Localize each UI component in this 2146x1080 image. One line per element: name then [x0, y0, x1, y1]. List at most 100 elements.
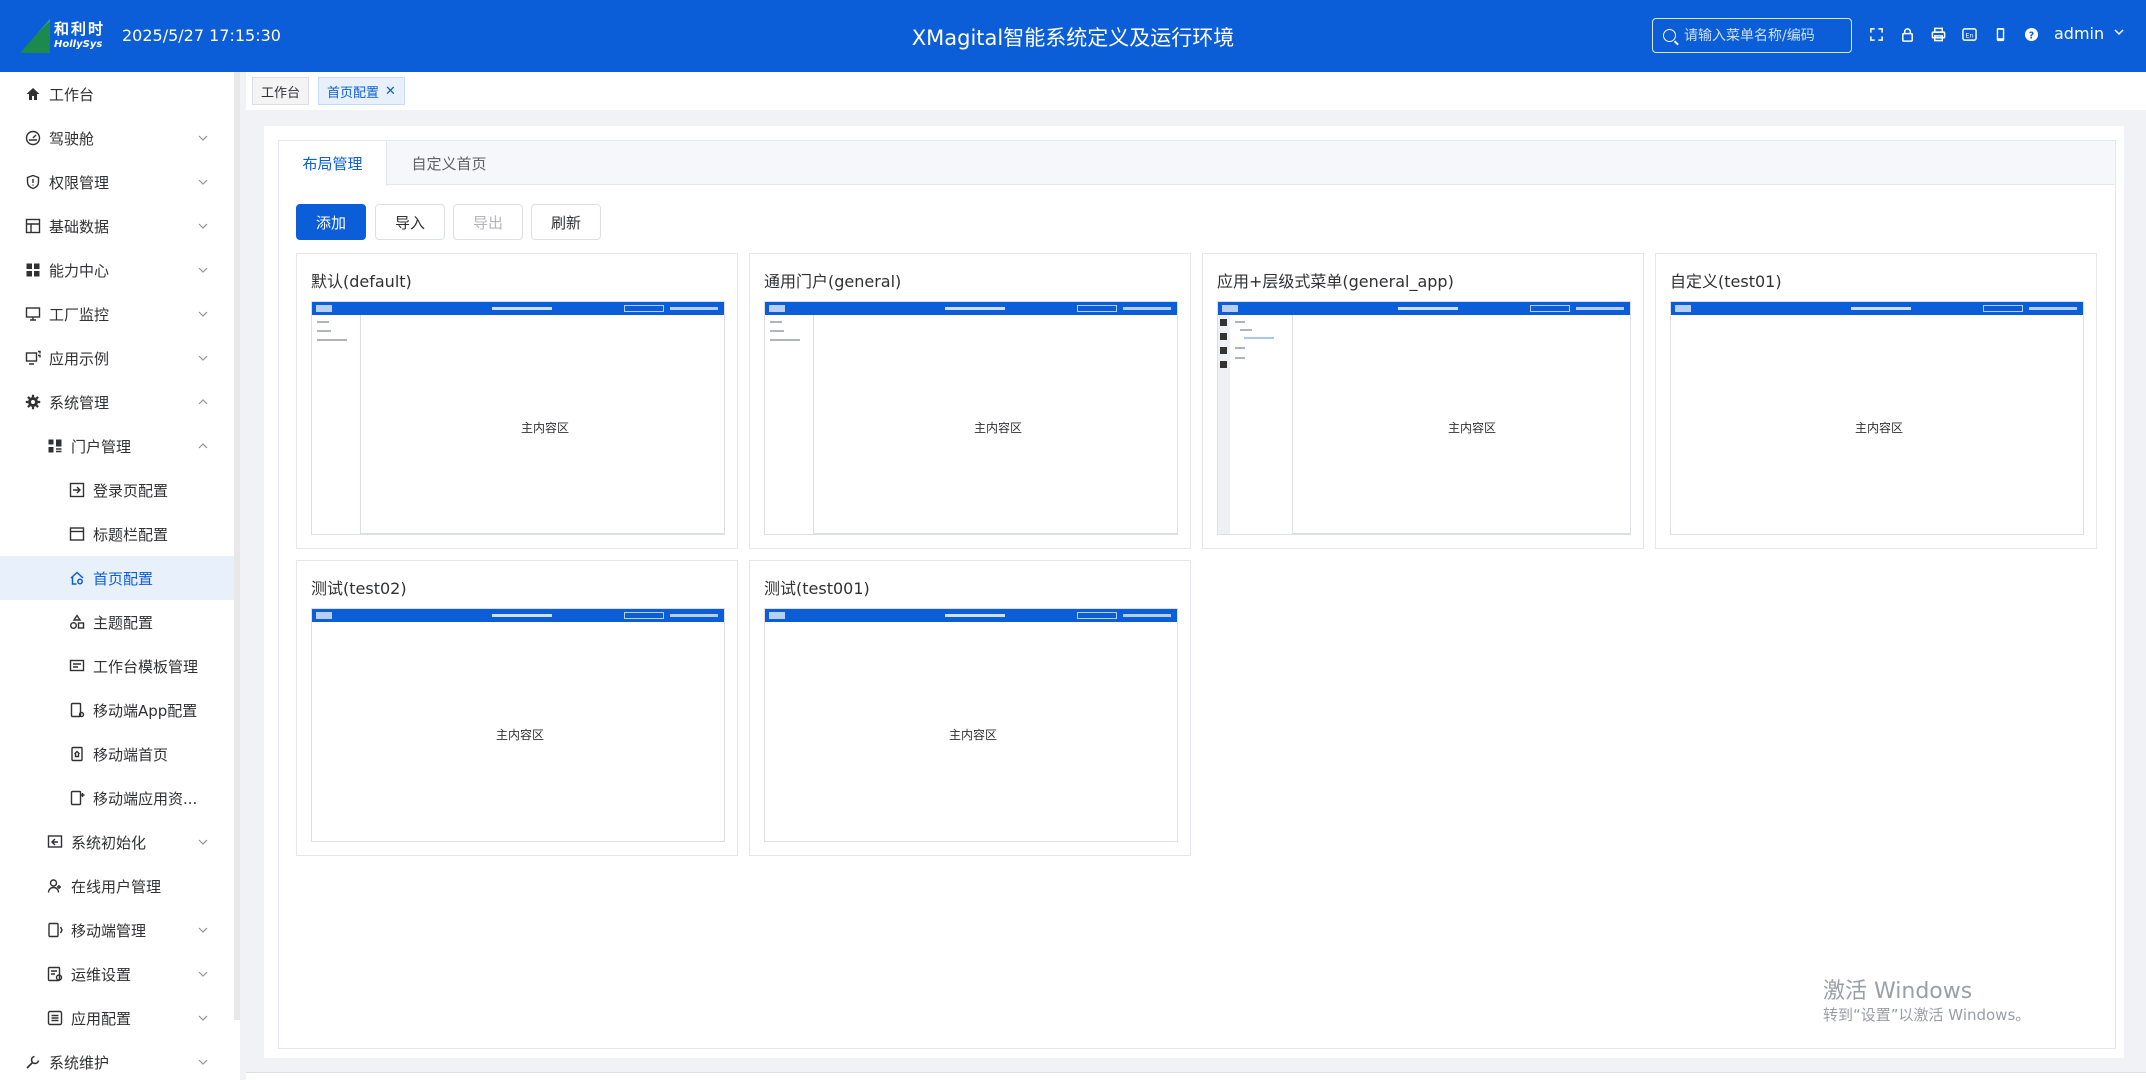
- layout-card-default[interactable]: 默认(default) 主内容区: [296, 253, 738, 549]
- tab-layout-management[interactable]: 布局管理: [279, 141, 387, 186]
- menu-search-box[interactable]: [1652, 18, 1852, 53]
- sidebar-item-label: 权限管理: [49, 173, 110, 192]
- sidebar-item-label: 运维设置: [71, 965, 132, 984]
- theme-icon: [68, 614, 85, 631]
- sidebar-item-cockpit[interactable]: 驾驶舱: [0, 116, 234, 160]
- tab-custom-home[interactable]: 自定义首页: [387, 141, 511, 185]
- chevron-up-icon: [198, 399, 208, 405]
- sidebar-item-mobile-home[interactable]: 移动端首页: [0, 732, 234, 776]
- sidebar-item-label: 登录页配置: [93, 481, 169, 500]
- home-config-icon: [68, 570, 85, 587]
- preview-sidebar: [1230, 315, 1292, 534]
- logo-mark: [20, 19, 50, 53]
- sidebar-item-login-page-config[interactable]: 登录页配置: [0, 468, 234, 512]
- layout-card-test01[interactable]: 自定义(test01) 主内容区: [1655, 253, 2097, 549]
- titlebar-icon: [68, 526, 85, 543]
- layout-preview: 主内容区: [1217, 301, 1631, 535]
- help-icon[interactable]: ?: [2021, 24, 2042, 45]
- lock-icon[interactable]: [1897, 24, 1918, 45]
- sidebar-item-titlebar-config[interactable]: 标题栏配置: [0, 512, 234, 556]
- chevron-down-icon[interactable]: [2114, 27, 2124, 37]
- tab-workbench[interactable]: 工作台: [252, 77, 310, 105]
- app-example-icon: [24, 350, 41, 367]
- layout-card-general[interactable]: 通用门户(general) 主内容区: [749, 253, 1191, 549]
- layout-card-test001[interactable]: 测试(test001) 主内容区: [749, 560, 1191, 856]
- sidebar-item-mobile-management[interactable]: 移动端管理: [0, 908, 234, 952]
- layout-preview: 主内容区: [311, 608, 725, 842]
- sidebar-scrollbar[interactable]: [234, 72, 240, 1020]
- sidebar-item-portal-management[interactable]: 门户管理: [0, 424, 234, 468]
- sidebar-item-base-data[interactable]: 基础数据: [0, 204, 234, 248]
- add-button[interactable]: 添加: [296, 204, 366, 240]
- chevron-down-icon: [198, 839, 208, 845]
- grid-icon: [24, 262, 41, 279]
- sidebar-item-online-users[interactable]: 在线用户管理: [0, 864, 234, 908]
- monitor-icon: [24, 306, 41, 323]
- tab-home-config[interactable]: 首页配置 ✕: [318, 77, 405, 105]
- sidebar-item-label: 移动端App配置: [93, 701, 198, 720]
- sidebar-item-workbench-template[interactable]: 工作台模板管理: [0, 644, 234, 688]
- mobile-manage-icon: [46, 922, 63, 939]
- maintenance-icon: [24, 1054, 41, 1071]
- layout-card-general-app[interactable]: 应用+层级式菜单(general_app) 主内容区: [1202, 253, 1644, 549]
- fullscreen-icon[interactable]: [1866, 24, 1887, 45]
- layout-card-test02[interactable]: 测试(test02) 主内容区: [296, 560, 738, 856]
- card-title: 应用+层级式菜单(general_app): [1217, 272, 1454, 291]
- sidebar-item-label: 驾驶舱: [49, 129, 95, 148]
- card-title: 测试(test001): [764, 579, 870, 598]
- sidebar-item-factory-monitor[interactable]: 工厂监控: [0, 292, 234, 336]
- preview-main: 主内容区: [1671, 315, 2083, 534]
- mobile-icon[interactable]: [1990, 24, 2011, 45]
- sidebar-item-theme-config[interactable]: 主题配置: [0, 600, 234, 644]
- sidebar-item-app-config[interactable]: 应用配置: [0, 996, 234, 1040]
- import-button[interactable]: 导入: [375, 204, 445, 240]
- sidebar-item-ops-settings[interactable]: 运维设置: [0, 952, 234, 996]
- bottom-scrollbar[interactable]: [246, 1072, 2146, 1080]
- sidebar-item-label: 移动端应用资...: [93, 789, 198, 808]
- chevron-down-icon: [198, 135, 208, 141]
- sidebar-item-system-maintenance[interactable]: 系统维护: [0, 1040, 234, 1080]
- preview-header: [1218, 302, 1630, 315]
- sidebar-item-system-management[interactable]: 系统管理: [0, 380, 234, 424]
- sidebar-item-label: 能力中心: [49, 261, 110, 280]
- sidebar-item-system-init[interactable]: 系统初始化: [0, 820, 234, 864]
- card-title: 自定义(test01): [1670, 272, 1782, 291]
- sidebar-item-mobile-app-config[interactable]: 移动端App配置: [0, 688, 234, 732]
- dashboard-icon: [24, 130, 41, 147]
- preview-app-rail: [1218, 315, 1230, 534]
- sidebar-item-label: 门户管理: [71, 437, 132, 456]
- refresh-button[interactable]: 刷新: [531, 204, 601, 240]
- menu-search-input[interactable]: [1684, 27, 1844, 44]
- export-button[interactable]: 导出: [453, 204, 523, 240]
- preview-main: 主内容区: [360, 315, 724, 534]
- chevron-down-icon: [198, 223, 208, 229]
- card-title: 通用门户(general): [764, 272, 902, 291]
- print-icon[interactable]: [1928, 24, 1949, 45]
- card-title: 测试(test02): [311, 579, 407, 598]
- sidebar-item-workbench[interactable]: 工作台: [0, 72, 234, 116]
- online-user-icon: [46, 878, 63, 895]
- panel-tabs: 布局管理 自定义首页: [279, 141, 2115, 186]
- preview-header: [765, 302, 1177, 315]
- tab-label: 首页配置: [327, 85, 380, 101]
- sidebar-item-label: 在线用户管理: [71, 877, 162, 896]
- sidebar-item-permissions[interactable]: 权限管理: [0, 160, 234, 204]
- chevron-up-icon: [198, 443, 208, 449]
- layout-preview: 主内容区: [1670, 301, 2084, 535]
- chevron-down-icon: [198, 1059, 208, 1065]
- main-content-label: 主内容区: [521, 421, 570, 435]
- sidebar-item-app-examples[interactable]: 应用示例: [0, 336, 234, 380]
- sidebar-item-capability-center[interactable]: 能力中心: [0, 248, 234, 292]
- language-icon[interactable]: En: [1959, 24, 1980, 45]
- close-icon[interactable]: ✕: [385, 84, 396, 99]
- search-icon: [1663, 29, 1676, 42]
- chevron-down-icon: [198, 267, 208, 273]
- user-menu[interactable]: admin: [2054, 24, 2104, 43]
- sidebar: 工作台 驾驶舱 权限管理 基础数据 能力中心 工厂监控 应用示例 系统管理 门户…: [0, 72, 240, 1080]
- chevron-down-icon: [198, 1015, 208, 1021]
- layout-preview: 主内容区: [764, 301, 1178, 535]
- sidebar-item-mobile-resources[interactable]: 移动端应用资...: [0, 776, 234, 820]
- sidebar-item-home-config[interactable]: 首页配置: [0, 556, 234, 600]
- svg-text:?: ?: [2029, 30, 2034, 41]
- preview-main: 主内容区: [765, 622, 1177, 841]
